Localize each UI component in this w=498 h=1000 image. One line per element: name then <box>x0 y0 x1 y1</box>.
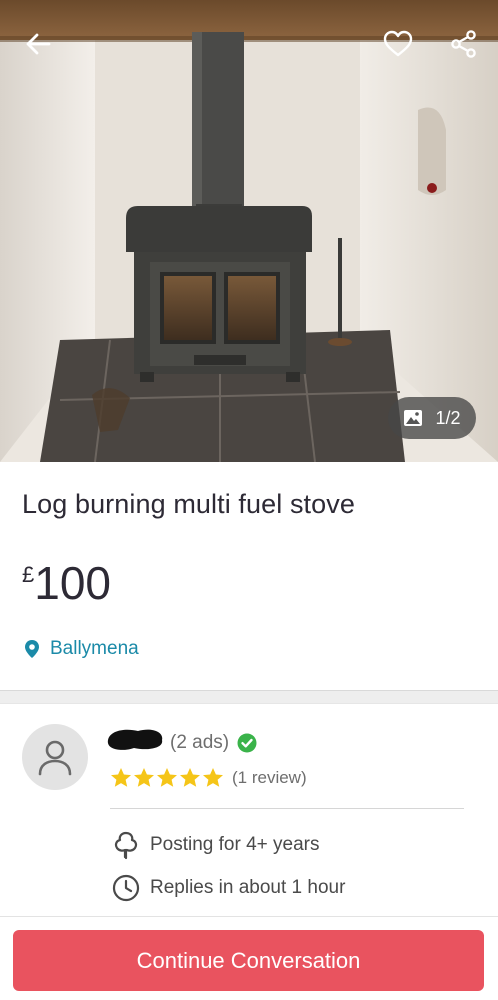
listing-title: Log burning multi fuel stove <box>22 489 355 519</box>
back-arrow-icon <box>26 33 51 55</box>
star-icon <box>180 768 200 787</box>
image-counter-badge[interactable]: 1/2 <box>388 397 476 439</box>
reply-time-text: Replies in about 1 hour <box>150 877 346 898</box>
seller-avatar[interactable] <box>22 724 88 790</box>
location-text: Ballymena <box>50 638 139 659</box>
reply-time-row: Replies in about 1 hour <box>112 874 345 902</box>
star-icon <box>111 768 131 787</box>
star-rating <box>110 767 224 788</box>
image-counter-text: 1/2 <box>435 407 461 428</box>
map-pin-icon <box>25 640 39 658</box>
price-amount: 100 <box>34 557 111 609</box>
share-icon <box>451 30 476 58</box>
footer-divider <box>0 916 498 917</box>
back-button[interactable] <box>20 26 56 62</box>
stove-photo-illustration <box>0 0 498 462</box>
seller-rating[interactable]: (1 review) <box>110 767 307 788</box>
section-divider <box>0 690 498 704</box>
posting-duration-text: Posting for 4+ years <box>150 834 320 855</box>
favorite-button[interactable] <box>380 26 416 62</box>
tree-icon <box>114 831 138 860</box>
check-circle-icon <box>237 733 257 753</box>
image-icon <box>404 410 423 426</box>
listing-price: £100 <box>22 556 111 610</box>
star-icon <box>157 768 177 787</box>
review-count[interactable]: (1 review) <box>232 768 307 788</box>
star-icon <box>203 768 223 787</box>
share-button[interactable] <box>446 26 482 62</box>
price-currency: £ <box>22 562 35 587</box>
seller-name-row[interactable]: (2 ads) <box>110 732 257 754</box>
clock-icon <box>112 874 140 902</box>
user-icon <box>38 740 72 776</box>
seller-ads-count[interactable]: (2 ads) <box>170 732 229 754</box>
heart-icon <box>383 30 413 57</box>
listing-photo[interactable]: 1/2 <box>0 0 498 462</box>
posting-duration-row: Posting for 4+ years <box>112 830 320 860</box>
continue-conversation-button[interactable]: Continue Conversation <box>13 930 484 991</box>
star-icon <box>134 768 154 787</box>
seller-card-separator <box>110 808 464 809</box>
location-link[interactable]: Ballymena <box>24 638 139 660</box>
